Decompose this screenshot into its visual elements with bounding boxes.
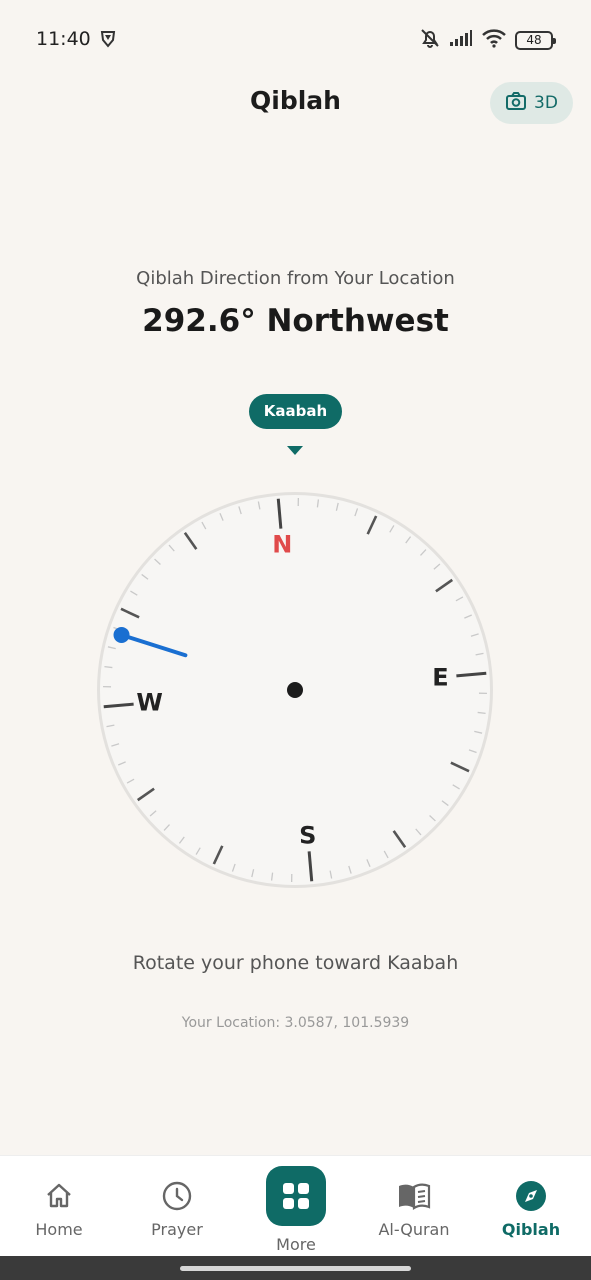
camera-icon xyxy=(505,91,527,116)
compass-south-label: S xyxy=(299,821,316,849)
nav-home-label: Home xyxy=(35,1220,83,1239)
nav-prayer[interactable]: Prayer xyxy=(136,1156,218,1257)
nav-home[interactable]: Home xyxy=(18,1156,100,1257)
compass-east-label: E xyxy=(432,663,448,691)
home-icon xyxy=(44,1180,74,1212)
signal-icon xyxy=(449,29,473,51)
battery-indicator: 48 xyxy=(515,30,556,50)
compass-dial: N E S W xyxy=(97,492,493,888)
status-time: 11:40 xyxy=(36,28,91,50)
vpn-shield-icon xyxy=(100,30,116,52)
wifi-icon xyxy=(481,28,507,52)
compass-center-dot xyxy=(287,682,303,698)
nav-al-quran[interactable]: Al-Quran xyxy=(366,1156,462,1257)
nav-prayer-label: Prayer xyxy=(151,1220,203,1239)
view-3d-button[interactable]: 3D xyxy=(490,82,573,124)
bottom-nav: Home Prayer More Al-Quran Qiblah xyxy=(0,1155,591,1256)
nav-more-label: More xyxy=(276,1235,316,1254)
grid-icon xyxy=(266,1166,326,1226)
nav-qiblah[interactable]: Qiblah xyxy=(490,1156,572,1257)
rotate-hint: Rotate your phone toward Kaabah xyxy=(132,952,459,974)
kaabah-pointer-icon xyxy=(287,446,303,455)
clock-icon xyxy=(161,1180,193,1212)
view-3d-label: 3D xyxy=(534,93,558,113)
gesture-handle[interactable] xyxy=(180,1266,411,1271)
nav-more[interactable]: More xyxy=(255,1156,337,1257)
gesture-bar xyxy=(0,1256,591,1280)
direction-caption: Qiblah Direction from Your Location xyxy=(136,268,455,289)
status-icons: 48 xyxy=(419,27,556,53)
bell-muted-icon xyxy=(419,27,441,53)
book-icon xyxy=(397,1180,431,1212)
location-coordinates: Your Location: 3.0587, 101.5939 xyxy=(181,1015,410,1031)
compass-north-label: N xyxy=(272,531,292,559)
nav-al-quran-label: Al-Quran xyxy=(378,1220,450,1239)
direction-value: 292.6° Northwest xyxy=(142,303,449,339)
qiblah-needle-tip xyxy=(113,626,130,643)
nav-qiblah-label: Qiblah xyxy=(501,1220,561,1239)
compass-icon xyxy=(515,1180,547,1212)
kaabah-badge: Kaabah xyxy=(249,394,342,429)
status-bar: 11:40 48 xyxy=(0,0,591,80)
compass-west-label: W xyxy=(136,689,162,717)
